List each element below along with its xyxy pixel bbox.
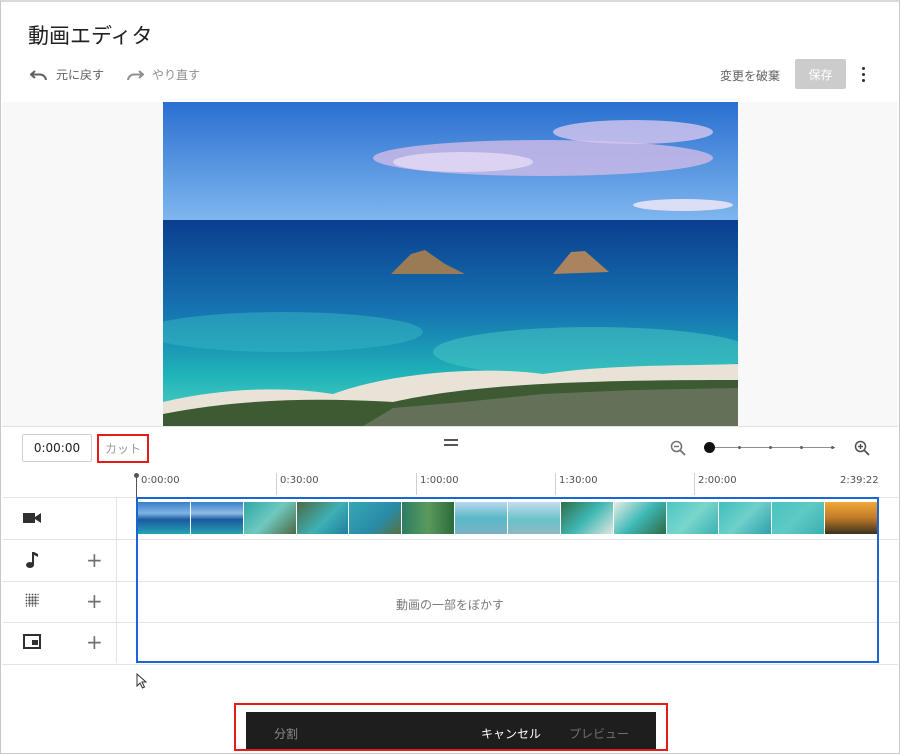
zoom-tick xyxy=(769,446,772,449)
undo-label: 元に戻す xyxy=(56,68,105,82)
redo-button[interactable]: やり直す xyxy=(126,66,200,83)
ruler-label: 0:00:00 xyxy=(141,475,180,486)
blur-track-label: 動画の一部をぼかす xyxy=(395,598,504,612)
video-preview[interactable] xyxy=(163,102,738,426)
redo-label: やり直す xyxy=(152,68,201,82)
ruler-label: 2:00:00 xyxy=(698,475,737,486)
endscreen-icon xyxy=(23,634,41,649)
save-button[interactable]: 保存 xyxy=(795,59,846,89)
more-vert-icon[interactable] xyxy=(855,63,871,85)
zoom-out-icon[interactable] xyxy=(670,440,686,456)
zoom-tick xyxy=(738,446,741,449)
current-time-field[interactable]: 0:00:00 xyxy=(22,434,92,462)
video-camera-icon xyxy=(23,513,41,523)
mouse-cursor-icon xyxy=(136,673,148,689)
ruler-label: 0:30:00 xyxy=(280,475,319,486)
ruler-tick xyxy=(694,473,695,495)
redo-icon xyxy=(127,69,144,80)
cancel-button[interactable]: キャンセル xyxy=(481,725,541,742)
undo-button[interactable]: 元に戻す xyxy=(30,66,104,83)
ruler-label: 2:39:22 xyxy=(840,475,879,486)
zoom-tick xyxy=(831,446,834,449)
discard-changes-button[interactable]: 変更を破棄 xyxy=(720,67,780,84)
track-header-separator xyxy=(116,497,117,663)
undo-icon xyxy=(30,69,47,80)
split-button[interactable]: 分割 xyxy=(274,725,298,742)
ruler-label: 1:30:00 xyxy=(559,475,598,486)
add-endscreen-button[interactable]: + xyxy=(86,632,103,652)
bottom-divider xyxy=(2,664,898,665)
playhead-knob[interactable] xyxy=(134,473,139,478)
video-frame-image xyxy=(163,102,738,426)
preview-button[interactable]: プレビュー xyxy=(569,725,629,742)
zoom-tick xyxy=(800,446,803,449)
zoom-in-icon[interactable] xyxy=(854,440,870,456)
ruler-label: 1:00:00 xyxy=(420,475,459,486)
ruler-tick xyxy=(416,473,417,495)
add-audio-button[interactable]: + xyxy=(86,550,103,570)
ruler-tick xyxy=(555,473,556,495)
music-note-icon xyxy=(26,552,38,568)
timeline-selection[interactable] xyxy=(136,497,879,663)
ruler-tick xyxy=(276,473,277,495)
cut-button[interactable]: カット xyxy=(97,434,149,463)
controls-divider xyxy=(2,426,898,427)
page-title: 動画エディタ xyxy=(28,24,153,48)
zoom-slider-knob[interactable] xyxy=(704,442,715,453)
drag-handle-icon[interactable] xyxy=(444,439,458,447)
